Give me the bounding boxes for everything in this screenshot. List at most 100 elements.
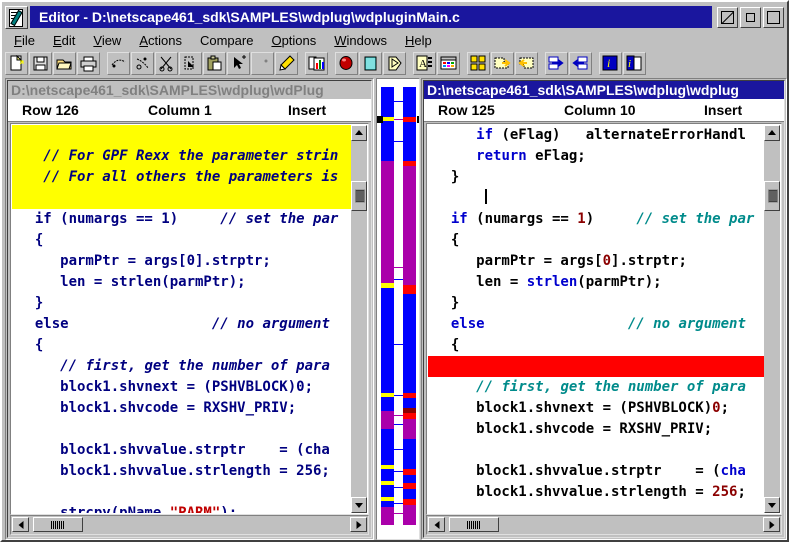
left-vertical-scrollbar[interactable] — [351, 125, 367, 513]
previous-difference-icon[interactable] — [515, 51, 538, 75]
maximize-button[interactable] — [763, 6, 784, 28]
select-pointer-icon[interactable] — [227, 51, 250, 75]
right-hscroll-thumb[interactable] — [449, 517, 499, 532]
left-hscroll-thumb[interactable] — [33, 517, 83, 532]
right-horizontal-scrollbar[interactable] — [426, 515, 782, 535]
code-line[interactable] — [12, 125, 351, 146]
code-line[interactable]: { — [428, 230, 764, 251]
code-line[interactable]: if (numargs == 1) // set the par — [428, 209, 764, 230]
paste-clipboard-icon[interactable] — [203, 51, 226, 75]
menu-item-view[interactable]: View — [84, 32, 130, 49]
diff-map-segment[interactable] — [381, 121, 394, 161]
left-scroll-track[interactable] — [351, 141, 367, 497]
menu-item-options[interactable]: Options — [262, 32, 325, 49]
diff-map-segment[interactable] — [381, 485, 394, 497]
code-line[interactable]: { — [12, 335, 351, 356]
code-line[interactable]: block1.shvvalue.strptr = (cha — [12, 440, 351, 461]
right-pane-title[interactable]: D:\netscape461_sdk\SAMPLES\wdplug\wdplug — [424, 81, 784, 99]
code-line[interactable]: return eFlag; — [428, 146, 764, 167]
code-line[interactable]: len = strlen(parmPtr); — [12, 272, 351, 293]
code-line[interactable] — [428, 356, 764, 377]
right-scroll-up-button[interactable] — [764, 125, 780, 141]
code-line[interactable]: strcpy(pName,"PARM"); — [12, 503, 351, 513]
right-scroll-down-button[interactable] — [764, 497, 780, 513]
diff-map-segment[interactable] — [403, 419, 416, 439]
code-line[interactable]: if (eFlag) alternateErrorHandl — [428, 125, 764, 146]
menu-item-windows[interactable]: Windows — [325, 32, 396, 49]
diff-map-segment[interactable] — [403, 275, 416, 285]
left-horizontal-scrollbar[interactable] — [10, 515, 369, 535]
code-line[interactable]: // first, get the number of para — [12, 356, 351, 377]
highlighter-pen-icon[interactable] — [275, 51, 298, 75]
right-scroll-thumb[interactable] — [764, 181, 780, 211]
code-line[interactable]: block1.shvvalue.strlength = 256; — [428, 482, 764, 503]
menu-item-actions[interactable]: Actions — [130, 32, 191, 49]
tile-windows-icon[interactable] — [467, 51, 490, 75]
code-line[interactable]: block1.shvcode = RXSHV_PRIV; — [428, 419, 764, 440]
code-line[interactable]: block1.shvcode = RXSHV_PRIV; — [12, 398, 351, 419]
restore-button[interactable] — [717, 6, 738, 28]
diff-map-segment[interactable] — [381, 429, 394, 465]
diff-map-marker[interactable] — [417, 116, 419, 123]
save-icon[interactable] — [29, 51, 52, 75]
code-line[interactable]: else // no argument — [428, 314, 764, 335]
code-line[interactable]: // first, get the number of para — [428, 377, 764, 398]
code-line[interactable] — [12, 188, 351, 209]
code-line[interactable]: if (numargs == 1) // set the par — [12, 209, 351, 230]
menu-item-file[interactable]: File — [5, 32, 44, 49]
diff-map-segment[interactable] — [381, 397, 394, 411]
code-line[interactable]: parmPtr = args[0].strptr; — [12, 251, 351, 272]
grid-icon[interactable] — [437, 51, 460, 75]
diff-map-segment[interactable] — [403, 166, 416, 275]
left-scroll-up-button[interactable] — [351, 125, 367, 141]
code-line[interactable]: } — [428, 293, 764, 314]
info-icon[interactable]: i — [599, 51, 622, 75]
right-editor-pane[interactable]: D:\netscape461_sdk\SAMPLES\wdplug\wdplug… — [421, 78, 787, 540]
menu-item-compare[interactable]: Compare — [191, 32, 262, 49]
diff-map-segment[interactable] — [381, 288, 394, 393]
editor-notepad-icon[interactable] — [5, 5, 28, 29]
chart-compare-icon[interactable] — [305, 51, 328, 75]
right-vertical-scrollbar[interactable] — [764, 125, 780, 513]
copy-icon[interactable] — [179, 51, 202, 75]
code-line[interactable] — [12, 482, 351, 503]
minimize-button[interactable] — [740, 6, 761, 28]
diff-map-segment[interactable] — [381, 469, 394, 481]
code-line[interactable]: { — [12, 230, 351, 251]
code-line[interactable]: len = strlen(parmPtr); — [428, 272, 764, 293]
diff-map-segment[interactable] — [403, 294, 416, 393]
left-scroll-left-button[interactable] — [12, 517, 29, 532]
code-line[interactable]: { — [428, 335, 764, 356]
font-icon[interactable]: A — [413, 51, 436, 75]
erase-icon[interactable] — [251, 51, 274, 75]
cut-scissors-icon[interactable] — [155, 51, 178, 75]
diff-map-segment[interactable] — [381, 87, 394, 117]
left-scroll-right-button[interactable] — [350, 517, 367, 532]
code-line[interactable]: // For all others the parameters is — [12, 167, 351, 188]
difference-map[interactable] — [376, 78, 420, 540]
diff-map-segment[interactable] — [403, 505, 416, 525]
menu-item-edit[interactable]: Edit — [44, 32, 84, 49]
code-line[interactable]: block1.shvvalue.strptr = (cha — [428, 461, 764, 482]
open-folder-icon[interactable] — [53, 51, 76, 75]
code-line[interactable]: // For GPF Rexx the parameter strin — [12, 146, 351, 167]
left-code-area[interactable]: // For GPF Rexx the parameter strin // F… — [10, 123, 369, 515]
help-book-icon[interactable]: i — [623, 51, 646, 75]
code-line[interactable]: block1.shvvalue.strlength = 256; — [12, 461, 351, 482]
copy-left-icon[interactable] — [569, 51, 592, 75]
diff-map-segment[interactable] — [403, 398, 416, 408]
code-line[interactable]: } — [428, 167, 764, 188]
diff-map-segment[interactable] — [403, 475, 416, 483]
undo-icon[interactable] — [107, 51, 130, 75]
copy-right-icon[interactable] — [545, 51, 568, 75]
left-pane-title[interactable]: D:\netscape461_sdk\SAMPLES\wdplug\wdPlug — [8, 81, 371, 99]
diff-map-segment[interactable] — [403, 489, 416, 499]
right-scroll-track[interactable] — [764, 141, 780, 497]
print-icon[interactable] — [77, 51, 100, 75]
code-line[interactable]: parmPtr = args[0].strptr; — [428, 251, 764, 272]
right-code-area[interactable]: if (eFlag) alternateErrorHandl return eF… — [426, 123, 782, 515]
diff-map-segment[interactable] — [403, 439, 416, 469]
diff-map-marker[interactable] — [377, 116, 383, 123]
next-difference-icon[interactable] — [491, 51, 514, 75]
code-line[interactable] — [12, 419, 351, 440]
